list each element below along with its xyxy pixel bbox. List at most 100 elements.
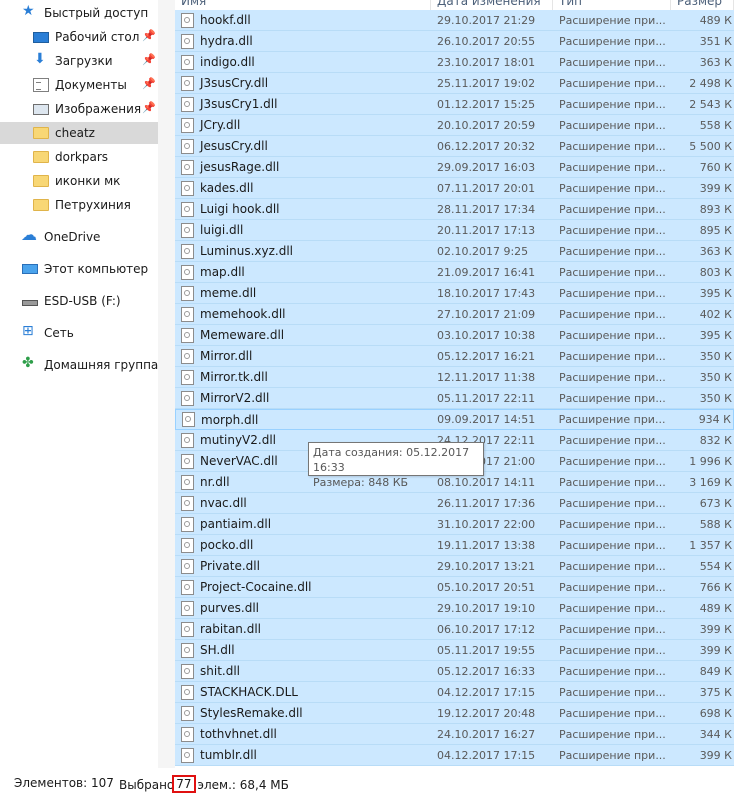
file-name: nr.dll <box>200 475 230 489</box>
file-tooltip: Дата создания: 05.12.2017 16:33 Размера:… <box>308 442 484 489</box>
dll-file-icon <box>181 579 194 595</box>
column-header-type[interactable]: Тип <box>553 0 671 10</box>
nav-this-pc[interactable]: Этот компьютер <box>0 258 158 280</box>
file-row[interactable]: Luminus.xyz.dll 02.10.2017 9:25 Расширение… <box>175 241 734 262</box>
file-name: tumblr.dll <box>200 748 257 762</box>
file-name-cell: meme.dll <box>175 285 431 301</box>
file-row[interactable]: hydra.dll 26.10.2017 20:55 Расширение при.… <box>175 31 734 52</box>
file-name-cell: Mirror.tk.dll <box>175 369 431 385</box>
nav-network[interactable]: Сеть <box>0 322 158 344</box>
file-size: 558 К <box>699 118 732 132</box>
nav-desktop[interactable]: Рабочий стол 📌 <box>0 26 158 48</box>
file-name: Luminus.xyz.dll <box>200 244 293 258</box>
nav-folder-petruhinia[interactable]: Петрухиния <box>0 194 158 216</box>
file-row[interactable]: tumblr.dll 04.12.2017 17:15 Расширение при… <box>175 745 734 766</box>
pin-icon[interactable]: 📌 <box>142 78 156 90</box>
file-row[interactable]: Memeware.dll 03.10.2017 10:38 Расширение п… <box>175 325 734 346</box>
file-type: Расширение при... <box>559 685 666 699</box>
file-size: 895 К <box>699 223 732 237</box>
file-row[interactable]: JCry.dll 20.10.2017 20:59 Расширение при..… <box>175 115 734 136</box>
selection-count-highlight: 77 <box>172 775 196 793</box>
file-size: 1 996 К <box>689 454 732 468</box>
file-row[interactable]: map.dll 21.09.2017 16:41 Расширение при...… <box>175 262 734 283</box>
file-row[interactable]: Project-Cocaine.dll 05.10.2017 20:51 Расши… <box>175 577 734 598</box>
file-row[interactable]: tothvhnet.dll 24.10.2017 16:27 Расширение … <box>175 724 734 745</box>
file-size: 673 К <box>699 496 732 510</box>
nav-usb-drive[interactable]: ESD-USB (F:) <box>0 290 158 312</box>
file-row[interactable]: STACKHACK.DLL 04.12.2017 17:15 Расширение … <box>175 682 734 703</box>
nav-folder-cheatz[interactable]: cheatz <box>0 122 158 144</box>
file-type: Расширение при... <box>559 496 666 510</box>
file-type: Расширение при... <box>559 13 666 27</box>
nav-label: cheatz <box>55 126 95 140</box>
column-header-date[interactable]: Дата изменения <box>431 0 553 10</box>
file-row[interactable]: kades.dll 07.11.2017 20:01 Расширение при.… <box>175 178 734 199</box>
pin-icon[interactable]: 📌 <box>142 102 156 114</box>
file-list[interactable]: Имя Дата изменения Тип Размер hookf.dll 2… <box>175 0 734 768</box>
folder-icon <box>33 127 49 139</box>
file-type: Расширение при... <box>559 643 666 657</box>
dll-file-icon <box>181 117 194 133</box>
nav-label: OneDrive <box>44 230 101 244</box>
file-date: 05.12.2017 16:21 <box>437 349 536 363</box>
file-size: 399 К <box>699 748 732 762</box>
file-size: 350 К <box>699 391 732 405</box>
file-name: kades.dll <box>200 181 254 195</box>
file-size: 2 543 К <box>689 97 732 111</box>
nav-folder-dorkpars[interactable]: dorkpars <box>0 146 158 168</box>
nav-downloads[interactable]: Загрузки 📌 <box>0 50 158 72</box>
file-name-cell: MirrorV2.dll <box>175 390 431 406</box>
nav-pictures[interactable]: Изображения 📌 <box>0 98 158 120</box>
dll-file-icon <box>181 138 194 154</box>
file-row[interactable]: J3susCry1.dll 01.12.2017 15:25 Расширение … <box>175 94 734 115</box>
file-row[interactable]: Luigi hook.dll 28.11.2017 17:34 Расширение… <box>175 199 734 220</box>
file-row[interactable]: hookf.dll 29.10.2017 21:29 Расширение при.… <box>175 10 734 31</box>
file-row[interactable]: MirrorV2.dll 05.11.2017 22:11 Расширение п… <box>175 388 734 409</box>
column-header-size[interactable]: Размер <box>671 0 734 10</box>
folder-icon <box>33 175 49 187</box>
file-date: 02.10.2017 9:25 <box>437 244 529 258</box>
file-row[interactable]: luigi.dll 20.11.2017 17:13 Расширение при.… <box>175 220 734 241</box>
file-row[interactable]: morph.dll 09.09.2017 14:51 Расширение при.… <box>175 409 734 430</box>
file-row[interactable]: Mirror.dll 05.12.2017 16:21 Расширение при… <box>175 346 734 367</box>
file-type: Расширение при... <box>559 391 666 405</box>
file-row[interactable]: meme.dll 18.10.2017 17:43 Расширение при..… <box>175 283 734 304</box>
pin-icon[interactable]: 📌 <box>142 30 156 42</box>
nav-onedrive[interactable]: OneDrive <box>0 225 158 248</box>
file-date: 04.12.2017 17:15 <box>437 685 536 699</box>
nav-documents[interactable]: Документы 📌 <box>0 74 158 96</box>
file-row[interactable]: Private.dll 29.10.2017 13:21 Расширение пр… <box>175 556 734 577</box>
file-date: 05.12.2017 16:33 <box>437 664 536 678</box>
file-row[interactable]: indigo.dll 23.10.2017 18:01 Расширение при… <box>175 52 734 73</box>
file-date: 07.11.2017 20:01 <box>437 181 536 195</box>
file-name-cell: shit.dll <box>175 663 431 679</box>
dll-file-icon <box>181 663 194 679</box>
file-size: 766 К <box>699 580 732 594</box>
file-name: map.dll <box>200 265 245 279</box>
file-row[interactable]: JesusCry.dll 06.12.2017 20:32 Расширение п… <box>175 136 734 157</box>
file-name: JCry.dll <box>200 118 241 132</box>
file-row[interactable]: nvac.dll 26.11.2017 17:36 Расширение при..… <box>175 493 734 514</box>
file-row[interactable]: StylesRemake.dll 19.12.2017 20:48 Расширен… <box>175 703 734 724</box>
nav-folder-icons-mk[interactable]: иконки мк <box>0 170 158 192</box>
file-row[interactable]: SH.dll 05.11.2017 19:55 Расширение при... 3… <box>175 640 734 661</box>
dll-file-icon <box>181 495 194 511</box>
file-row[interactable]: pantiaim.dll 31.10.2017 22:00 Расширение п… <box>175 514 734 535</box>
column-header-name[interactable]: Имя <box>175 0 431 10</box>
file-row[interactable]: jesusRage.dll 29.09.2017 16:03 Расширение … <box>175 157 734 178</box>
file-row[interactable]: shit.dll 05.12.2017 16:33 Расширение при..… <box>175 661 734 682</box>
status-bar: Элементов: 107 Выбрано 77 элем.: 68,4 МБ <box>0 768 734 795</box>
nav-homegroup[interactable]: Домашняя группа <box>0 354 158 376</box>
file-row[interactable]: pocko.dll 19.11.2017 13:38 Расширение при.… <box>175 535 734 556</box>
dll-file-icon <box>181 33 194 49</box>
pin-icon[interactable]: 📌 <box>142 54 156 66</box>
nav-label: иконки мк <box>55 174 121 188</box>
file-type: Расширение при... <box>559 454 666 468</box>
file-row[interactable]: rabitan.dll 06.10.2017 17:12 Расширение пр… <box>175 619 734 640</box>
file-size: 399 К <box>699 622 732 636</box>
file-row[interactable]: J3susCry.dll 25.11.2017 19:02 Расширение п… <box>175 73 734 94</box>
file-row[interactable]: memehook.dll 27.10.2017 21:09 Расширение п… <box>175 304 734 325</box>
nav-quick-access[interactable]: Быстрый доступ <box>0 2 158 24</box>
file-row[interactable]: Mirror.tk.dll 12.11.2017 11:38 Расширение … <box>175 367 734 388</box>
file-row[interactable]: purves.dll 29.10.2017 19:10 Расширение при… <box>175 598 734 619</box>
